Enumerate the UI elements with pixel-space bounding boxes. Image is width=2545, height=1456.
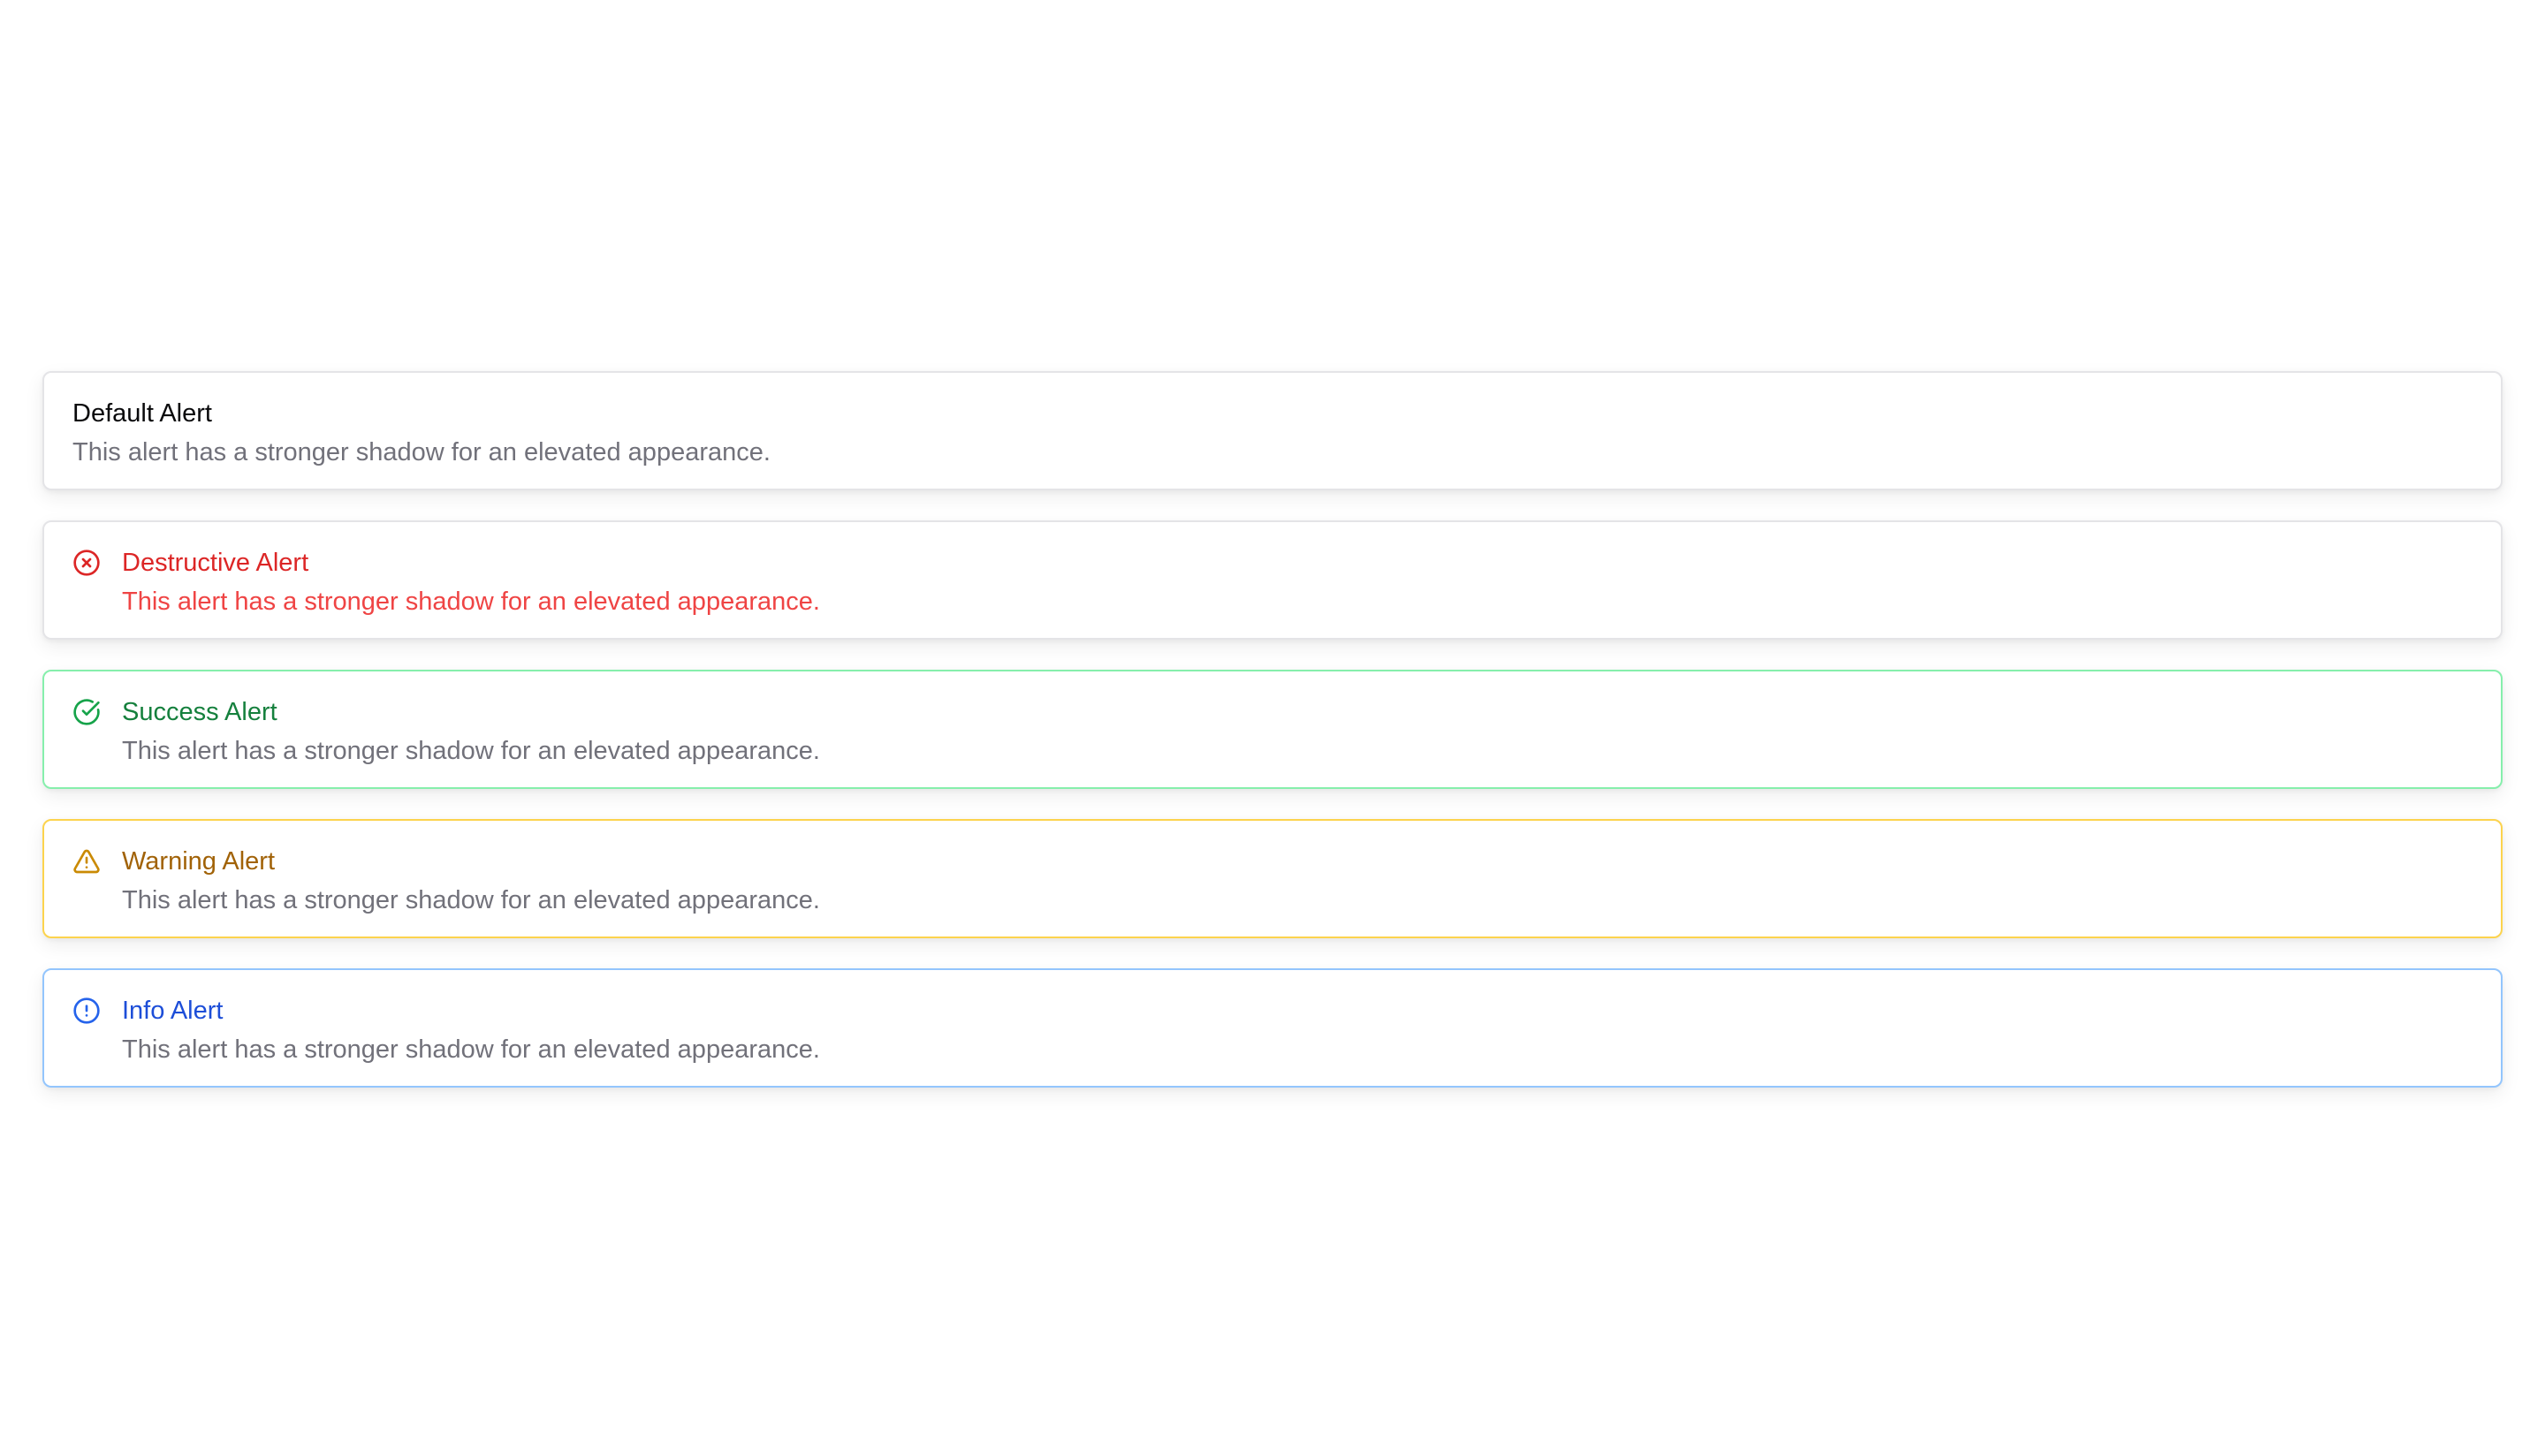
alert-content: Default Alert This alert has a stronger … — [72, 396, 771, 470]
alert-description: This alert has a stronger shadow for an … — [122, 737, 820, 765]
alert-title: Warning Alert — [122, 847, 275, 876]
alert-triangle-icon — [72, 847, 101, 876]
info-circle-icon — [72, 997, 101, 1025]
success-alert: Success Alert This alert has a stronger … — [42, 670, 2503, 789]
alert-content: Info Alert This alert has a stronger sha… — [122, 993, 820, 1067]
check-circle-icon — [72, 698, 101, 726]
x-circle-icon — [72, 549, 101, 577]
alert-title: Destructive Alert — [122, 549, 309, 577]
alert-content: Success Alert This alert has a stronger … — [122, 694, 820, 769]
info-alert: Info Alert This alert has a stronger sha… — [42, 968, 2503, 1088]
alert-description: This alert has a stronger shadow for an … — [122, 1035, 820, 1064]
default-alert: Default Alert This alert has a stronger … — [42, 371, 2503, 490]
alert-content: Warning Alert This alert has a stronger … — [122, 844, 820, 918]
alert-title: Success Alert — [122, 698, 277, 726]
destructive-alert: Destructive Alert This alert has a stron… — [42, 520, 2503, 640]
warning-alert: Warning Alert This alert has a stronger … — [42, 819, 2503, 938]
alert-content: Destructive Alert This alert has a stron… — [122, 545, 820, 619]
alert-title: Default Alert — [72, 399, 212, 428]
alert-description: This alert has a stronger shadow for an … — [122, 588, 820, 616]
alert-list: Default Alert This alert has a stronger … — [42, 371, 2503, 1088]
alert-description: This alert has a stronger shadow for an … — [72, 438, 771, 466]
alert-title: Info Alert — [122, 997, 224, 1025]
alert-description: This alert has a stronger shadow for an … — [122, 886, 820, 914]
